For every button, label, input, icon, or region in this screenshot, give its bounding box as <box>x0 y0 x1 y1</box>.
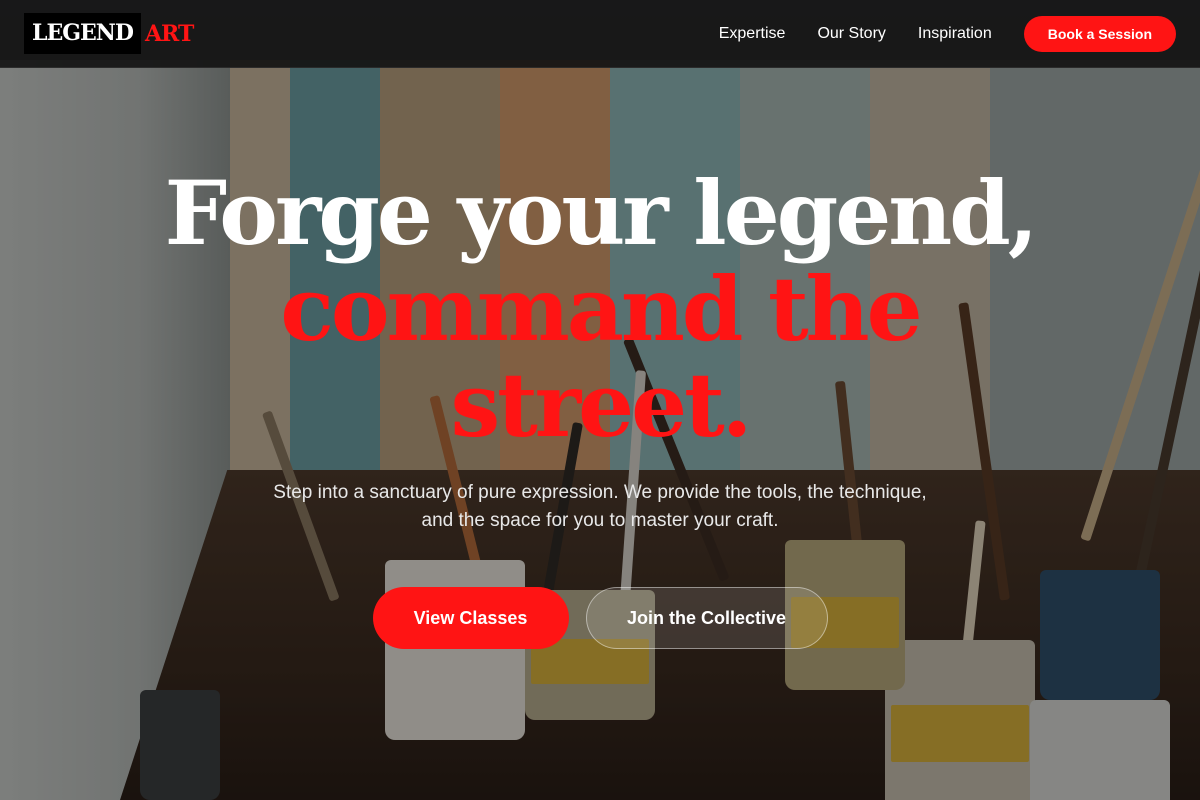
hero-headline: Forge your legend, command the street. <box>0 165 1200 453</box>
hero-subtitle: Step into a sanctuary of pure expression… <box>273 482 927 531</box>
nav-link-expertise[interactable]: Expertise <box>719 25 786 43</box>
logo-wordmark: LEGEND <box>24 13 141 54</box>
book-session-button[interactable]: Book a Session <box>1023 15 1176 52</box>
nav-links: Expertise Our Story Inspiration Book a S… <box>687 15 1176 52</box>
hero-cta-row: View Classes Join the Collective <box>0 587 1200 649</box>
view-classes-button[interactable]: View Classes <box>372 587 569 649</box>
hero-section: Forge your legend, command the street. S… <box>0 165 1200 649</box>
top-navbar: LEGEND ART Expertise Our Story Inspirati… <box>0 0 1200 68</box>
logo-accent-text: ART <box>144 20 194 47</box>
nav-link-our-story[interactable]: Our Story <box>817 25 885 43</box>
join-collective-button[interactable]: Join the Collective <box>585 587 828 649</box>
nav-link-inspiration[interactable]: Inspiration <box>918 25 992 43</box>
headline-line-2: command the street. <box>280 257 922 457</box>
brand-logo[interactable]: LEGEND ART <box>24 13 194 54</box>
headline-line-1: Forge your legend, <box>164 161 1039 265</box>
